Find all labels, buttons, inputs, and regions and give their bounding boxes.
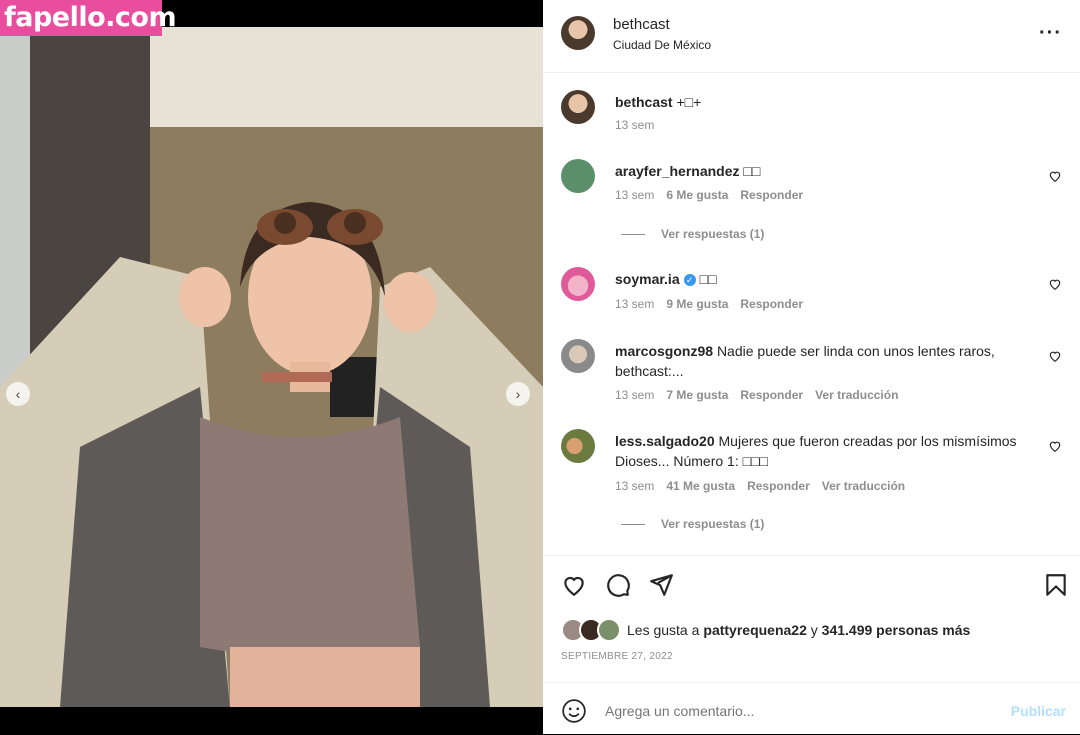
reply-button[interactable]: Responder bbox=[740, 297, 803, 311]
translate-button[interactable]: Ver traducción bbox=[815, 388, 898, 402]
comment-likes[interactable]: 6 Me gusta bbox=[666, 188, 728, 202]
commenter-username[interactable]: less.salgado20 bbox=[615, 433, 715, 449]
author-username[interactable]: bethcast bbox=[613, 16, 670, 33]
comment-text: soymar.ia ✓ □□ bbox=[615, 269, 1035, 289]
view-replies-button[interactable]: Ver respuestas (1) bbox=[621, 227, 764, 241]
send-icon[interactable] bbox=[648, 572, 674, 598]
comment-icon[interactable] bbox=[605, 572, 631, 598]
caption: bethcast +□+ 13 sem bbox=[543, 90, 1080, 136]
more-icon[interactable]: ··· bbox=[1039, 22, 1062, 45]
commenter-avatar[interactable] bbox=[561, 339, 595, 373]
comment-time[interactable]: 13 sem bbox=[615, 388, 654, 402]
post-photo[interactable]: ‹ › bbox=[0, 27, 543, 707]
photo-illustration bbox=[0, 27, 543, 707]
bookmark-icon[interactable] bbox=[1043, 572, 1069, 598]
comment-item: arayfer_hernandez □□ 13 sem 6 Me gusta R… bbox=[543, 159, 1080, 249]
comment-time[interactable]: 13 sem bbox=[615, 188, 654, 202]
comment-like-icon[interactable] bbox=[1048, 277, 1062, 291]
replies-divider bbox=[621, 523, 645, 525]
comment-text: less.salgado20 Mujeres que fueron creada… bbox=[615, 431, 1035, 471]
reply-button[interactable]: Responder bbox=[740, 188, 803, 202]
comment-meta: 13 sem 41 Me gusta Responder Ver traducc… bbox=[615, 479, 905, 493]
liker-avatar bbox=[597, 618, 621, 642]
commenter-username[interactable]: marcosgonz98 bbox=[615, 343, 713, 359]
comment-likes[interactable]: 7 Me gusta bbox=[666, 388, 728, 402]
post-header: bethcast Ciudad De México ··· bbox=[543, 0, 1080, 73]
carousel-prev-button[interactable]: ‹ bbox=[6, 382, 30, 406]
translate-button[interactable]: Ver traducción bbox=[822, 479, 905, 493]
add-comment-bar: Publicar bbox=[543, 682, 1080, 735]
caption-meta: 13 sem bbox=[615, 118, 654, 132]
comment-like-icon[interactable] bbox=[1048, 169, 1062, 183]
caption-text: bethcast +□+ bbox=[615, 92, 1035, 112]
comment-time[interactable]: 13 sem bbox=[615, 479, 654, 493]
commenter-username[interactable]: soymar.ia bbox=[615, 271, 680, 287]
comment-meta: 13 sem 9 Me gusta Responder bbox=[615, 297, 803, 311]
commenter-avatar[interactable] bbox=[561, 267, 595, 301]
caption-body: +□+ bbox=[676, 94, 702, 110]
likes-summary: Les gusta a pattyrequena22 y 341.499 per… bbox=[561, 618, 970, 642]
watermark: fapello.com bbox=[0, 0, 177, 36]
view-replies-label[interactable]: Ver respuestas (1) bbox=[661, 517, 764, 531]
author-avatar[interactable] bbox=[561, 90, 595, 124]
verified-badge-icon: ✓ bbox=[683, 274, 696, 287]
comment-item: soymar.ia ✓ □□ 13 sem 9 Me gusta Responder bbox=[543, 267, 1080, 317]
comment-text: marcosgonz98 Nadie puede ser linda con u… bbox=[615, 341, 1035, 381]
publish-button[interactable]: Publicar bbox=[1011, 703, 1066, 719]
replies-divider bbox=[621, 233, 645, 235]
emoji-icon[interactable] bbox=[561, 698, 587, 724]
view-replies-label[interactable]: Ver respuestas (1) bbox=[661, 227, 764, 241]
heart-icon[interactable] bbox=[561, 572, 587, 598]
comment-meta: 13 sem 7 Me gusta Responder Ver traducci… bbox=[615, 388, 898, 402]
likes-user[interactable]: pattyrequena22 bbox=[703, 622, 806, 638]
post-side-panel: bethcast Ciudad De México ··· bethcast +… bbox=[543, 0, 1080, 734]
likes-middle: y bbox=[806, 622, 822, 638]
comment-text: arayfer_hernandez □□ bbox=[615, 161, 1035, 181]
comment-like-icon[interactable] bbox=[1048, 439, 1062, 453]
comment-time[interactable]: 13 sem bbox=[615, 297, 654, 311]
view-replies-button[interactable]: Ver respuestas (1) bbox=[621, 517, 764, 531]
comment-like-icon[interactable] bbox=[1048, 349, 1062, 363]
post-date[interactable]: SEPTIEMBRE 27, 2022 bbox=[561, 651, 673, 662]
comment-body: □□ bbox=[699, 271, 717, 287]
comment-body: □□ bbox=[743, 163, 761, 179]
author-avatar[interactable] bbox=[561, 16, 595, 50]
commenter-avatar[interactable] bbox=[561, 429, 595, 463]
reply-button[interactable]: Responder bbox=[740, 388, 803, 402]
commenter-avatar[interactable] bbox=[561, 159, 595, 193]
likes-count[interactable]: 341.499 personas más bbox=[822, 622, 971, 638]
comment-input[interactable] bbox=[603, 695, 987, 727]
post-actions-bar bbox=[543, 555, 1080, 616]
comment-meta: 13 sem 6 Me gusta Responder bbox=[615, 188, 803, 202]
caption-time[interactable]: 13 sem bbox=[615, 118, 654, 132]
caption-username[interactable]: bethcast bbox=[615, 94, 673, 110]
comment-item: marcosgonz98 Nadie puede ser linda con u… bbox=[543, 339, 1080, 409]
comment-likes[interactable]: 41 Me gusta bbox=[666, 479, 735, 493]
carousel-next-button[interactable]: › bbox=[506, 382, 530, 406]
post-location[interactable]: Ciudad De México bbox=[613, 38, 711, 52]
reply-button[interactable]: Responder bbox=[747, 479, 810, 493]
likes-prefix: Les gusta a bbox=[627, 622, 700, 638]
comment-item: less.salgado20 Mujeres que fueron creada… bbox=[543, 429, 1080, 539]
commenter-username[interactable]: arayfer_hernandez bbox=[615, 163, 740, 179]
comment-likes[interactable]: 9 Me gusta bbox=[666, 297, 728, 311]
liker-avatars[interactable] bbox=[561, 618, 621, 642]
